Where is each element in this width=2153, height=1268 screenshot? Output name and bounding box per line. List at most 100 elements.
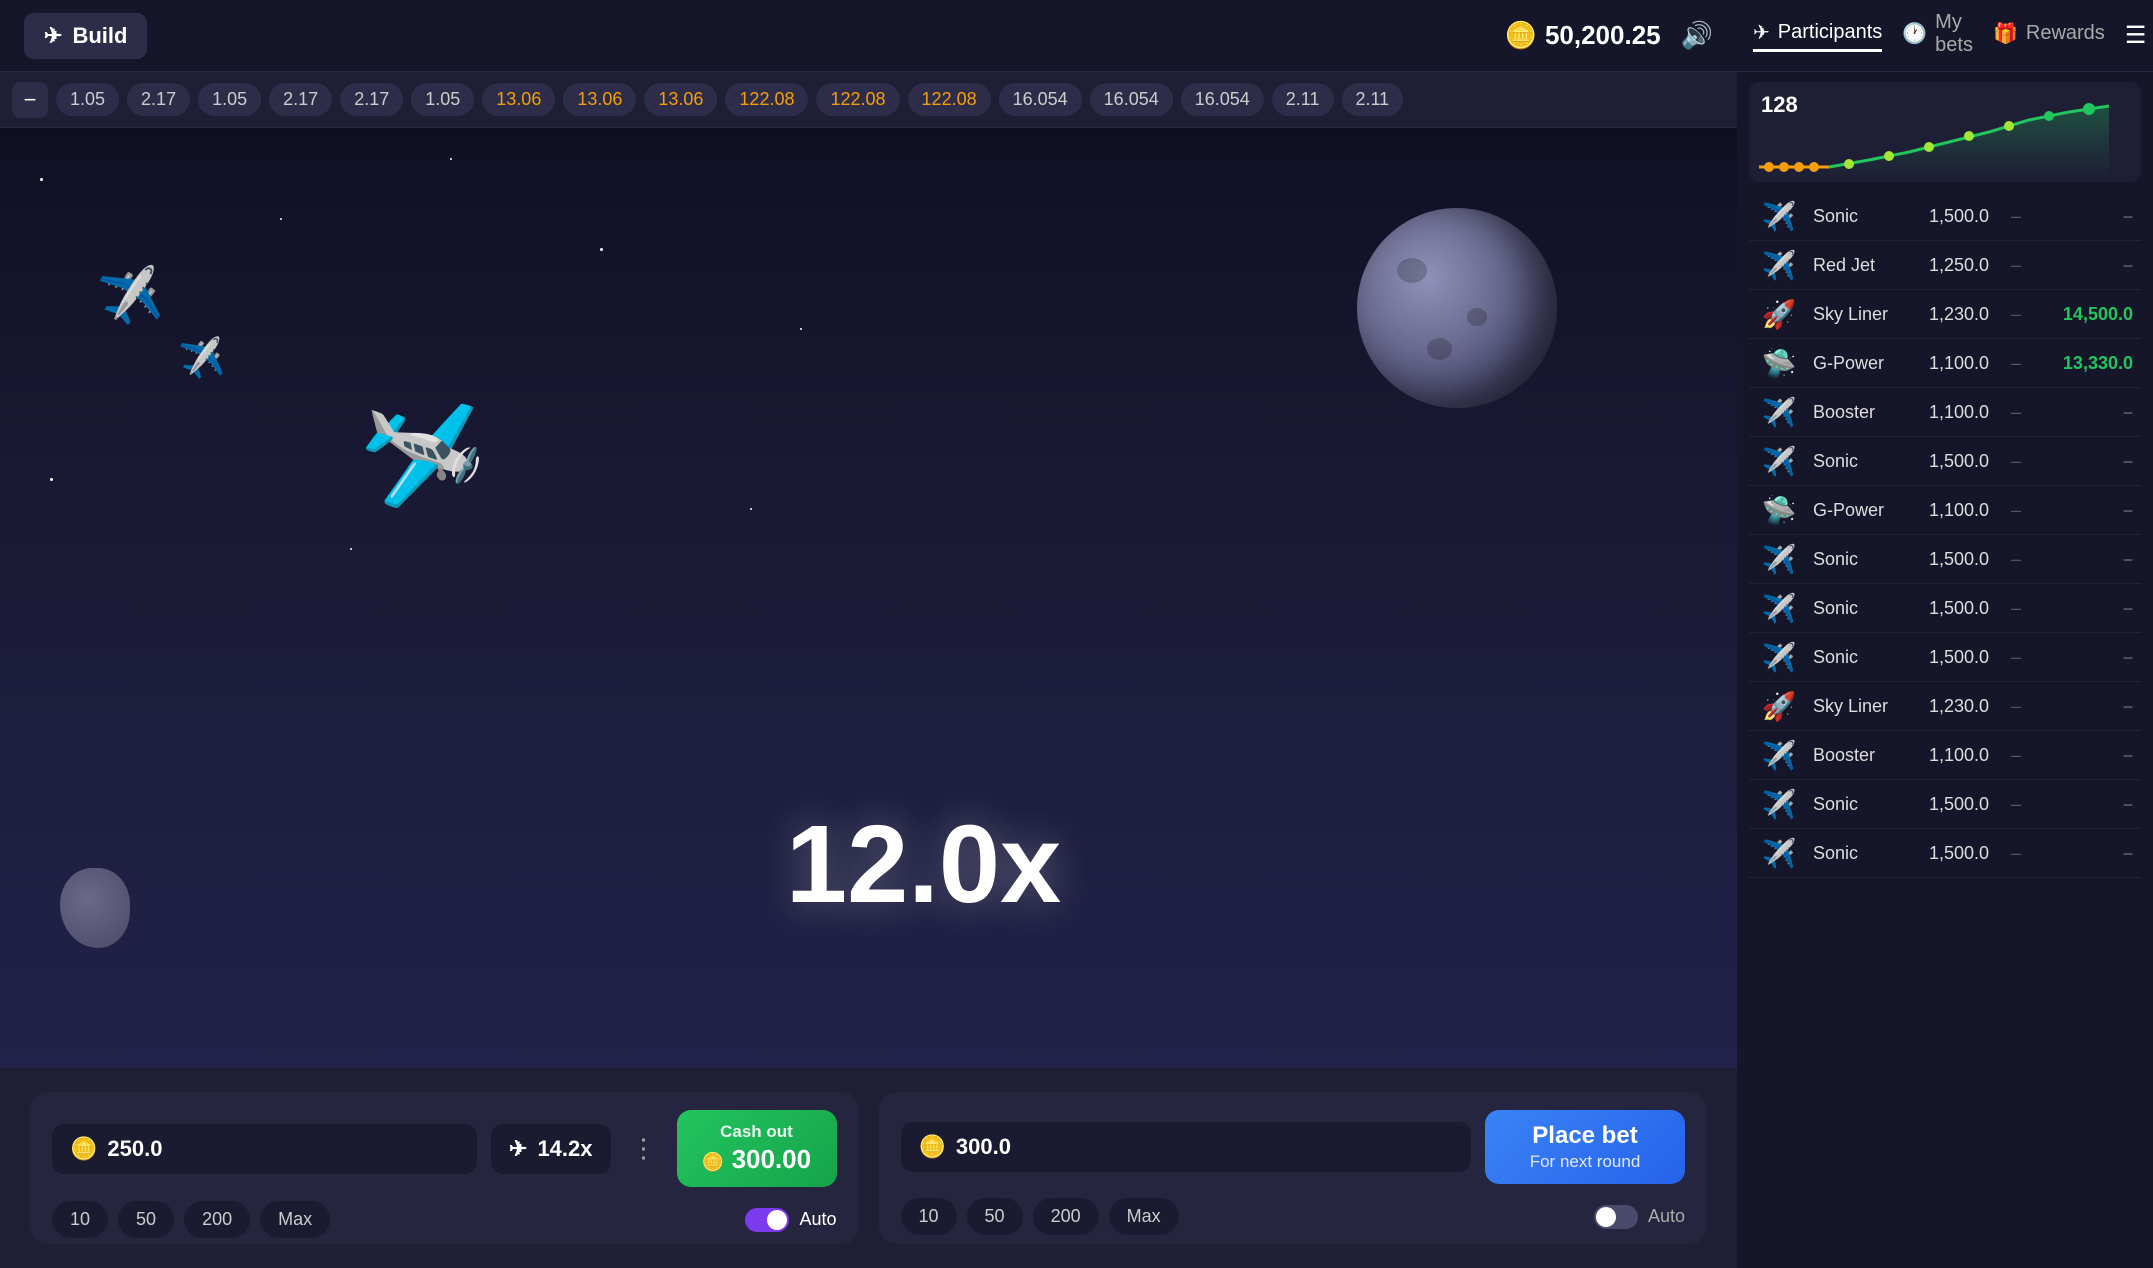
avatar-5: ✈️ xyxy=(1757,447,1801,475)
auto-toggle-2: Auto xyxy=(1594,1205,1685,1229)
avatar-2: 🚀 xyxy=(1757,300,1801,328)
p-dash-2: – xyxy=(2001,304,2031,325)
participant-row: ✈️ Sonic 1,500.0 – – xyxy=(1749,584,2141,633)
chart-svg xyxy=(1749,102,2139,182)
mult-badge-15: 2.11 xyxy=(1272,83,1334,116)
small-plane-2: ✈️ xyxy=(177,335,227,383)
bet-panel-1-top-row: 🪙 250.0 ✈ 14.2x ⋮ Cash out 🪙 300.00 xyxy=(52,1110,837,1187)
auto-switch-2[interactable] xyxy=(1594,1205,1638,1229)
p-bet-10: 1,230.0 xyxy=(1909,696,1989,717)
auto-toggle-1: Auto xyxy=(745,1208,836,1232)
quick-bet-200-2[interactable]: 200 xyxy=(1033,1198,1099,1235)
bet-2-amount-box: 🪙 300.0 xyxy=(901,1122,1472,1172)
multiplier-strip: − 1.05 2.17 1.05 2.17 2.17 1.05 13.06 13… xyxy=(0,72,1737,128)
p-dash-11: – xyxy=(2001,745,2031,766)
quick-bet-max-2[interactable]: Max xyxy=(1109,1198,1179,1235)
sound-icon[interactable]: 🔊 xyxy=(1681,20,1713,51)
place-bet-button[interactable]: Place bet For next round xyxy=(1485,1110,1685,1184)
participant-row: ✈️ Sonic 1,500.0 – – xyxy=(1749,192,2141,241)
p-win-6: – xyxy=(2043,500,2133,521)
p-win-7: – xyxy=(2043,549,2133,570)
right-panel: 128 xyxy=(1737,72,2153,1268)
star xyxy=(450,158,452,160)
bet-panel-2-bottom-row: 10 50 200 Max Auto xyxy=(901,1198,1686,1235)
header-right: 🪙 50,200.25 🔊 xyxy=(1505,20,1713,51)
participant-row: ✈️ Booster 1,100.0 – – xyxy=(1749,731,2141,780)
tab-participants[interactable]: ✈ Participants xyxy=(1753,20,1882,52)
toggle-knob-2 xyxy=(1596,1207,1616,1227)
mult-badge-10: 122.08 xyxy=(816,83,899,116)
star xyxy=(40,178,43,181)
auto-switch-1[interactable] xyxy=(745,1208,789,1232)
avatar-7: ✈️ xyxy=(1757,545,1801,573)
participant-row: 🚀 Sky Liner 1,230.0 – – xyxy=(1749,682,2141,731)
mult-badge-11: 122.08 xyxy=(908,83,991,116)
quick-bet-200-1[interactable]: 200 xyxy=(184,1201,250,1238)
p-dash-9: – xyxy=(2001,647,2031,668)
mult-badge-8: 13.06 xyxy=(644,83,717,116)
mult-badge-14: 16.054 xyxy=(1181,83,1264,116)
small-moon xyxy=(60,868,130,948)
controls-area: 🪙 250.0 ✈ 14.2x ⋮ Cash out 🪙 300.00 xyxy=(0,1068,1737,1268)
build-button[interactable]: ✈ Build xyxy=(24,13,147,59)
participants-icon: ✈ xyxy=(1753,20,1770,45)
strip-minus-button[interactable]: − xyxy=(12,82,48,118)
plane-icon: ✈ xyxy=(44,23,62,49)
crater xyxy=(1427,338,1452,360)
quick-bet-50-1[interactable]: 50 xyxy=(118,1201,174,1238)
tab-my-bets[interactable]: 🕐 My bets xyxy=(1902,11,1973,61)
mult-badge-4: 2.17 xyxy=(340,83,403,116)
cashout-button[interactable]: Cash out 🪙 300.00 xyxy=(677,1110,837,1187)
p-bet-12: 1,500.0 xyxy=(1909,794,1989,815)
quick-bet-50-2[interactable]: 50 xyxy=(967,1198,1023,1235)
avatar-6: 🛸 xyxy=(1757,496,1801,524)
bet-1-amount: 250.0 xyxy=(107,1136,162,1162)
p-name-6: G-Power xyxy=(1813,500,1897,521)
p-win-11: – xyxy=(2043,745,2133,766)
p-name-4: Booster xyxy=(1813,402,1897,423)
p-name-12: Sonic xyxy=(1813,794,1897,815)
p-bet-13: 1,500.0 xyxy=(1909,843,1989,864)
my-bets-label: My bets xyxy=(1935,11,1973,57)
bet-1-multiplier-box: ✈ 14.2x xyxy=(491,1124,611,1174)
place-bet-label: Place bet xyxy=(1532,1122,1637,1150)
p-bet-8: 1,500.0 xyxy=(1909,598,1989,619)
avatar-10: 🚀 xyxy=(1757,692,1801,720)
coin-icon: 🪙 xyxy=(1505,20,1537,51)
p-dash-8: – xyxy=(2001,598,2031,619)
p-win-5: – xyxy=(2043,451,2133,472)
p-dash-5: – xyxy=(2001,451,2031,472)
game-area: − 1.05 2.17 1.05 2.17 2.17 1.05 13.06 13… xyxy=(0,72,1737,1268)
quick-bet-max-1[interactable]: Max xyxy=(260,1201,330,1238)
quick-bet-10-2[interactable]: 10 xyxy=(901,1198,957,1235)
star xyxy=(750,508,752,510)
star xyxy=(280,218,282,220)
small-plane-1: ✈️ xyxy=(95,263,167,332)
participants-list: ✈️ Sonic 1,500.0 – – ✈️ Red Jet 1,250.0 … xyxy=(1737,192,2153,1268)
p-dash-6: – xyxy=(2001,500,2031,521)
p-bet-11: 1,100.0 xyxy=(1909,745,1989,766)
participant-row: ✈️ Red Jet 1,250.0 – – xyxy=(1749,241,2141,290)
mult-badge-16: 2.11 xyxy=(1342,83,1404,116)
avatar-1: ✈️ xyxy=(1757,251,1801,279)
participant-row: 🛸 G-Power 1,100.0 – 13,330.0 xyxy=(1749,339,2141,388)
avatar-13: ✈️ xyxy=(1757,839,1801,867)
p-dash-12: – xyxy=(2001,794,2031,815)
rewards-label: Rewards xyxy=(2026,22,2105,45)
dots-button-1[interactable]: ⋮ xyxy=(625,1133,663,1164)
tab-rewards[interactable]: 🎁 Rewards xyxy=(1993,21,2105,50)
p-name-7: Sonic xyxy=(1813,549,1897,570)
p-name-11: Booster xyxy=(1813,745,1897,766)
avatar-4: ✈️ xyxy=(1757,398,1801,426)
quick-bet-10-1[interactable]: 10 xyxy=(52,1201,108,1238)
bet-panel-2: 🪙 300.0 Place bet For next round 10 50 2… xyxy=(879,1092,1708,1244)
bet-2-amount: 300.0 xyxy=(956,1134,1011,1160)
avatar-3: 🛸 xyxy=(1757,349,1801,377)
p-name-2: Sky Liner xyxy=(1813,304,1897,325)
p-bet-5: 1,500.0 xyxy=(1909,451,1989,472)
star xyxy=(600,248,603,251)
avatar-12: ✈️ xyxy=(1757,790,1801,818)
p-name-9: Sonic xyxy=(1813,647,1897,668)
coin-icon-2: 🪙 xyxy=(919,1134,946,1160)
menu-icon[interactable]: ☰ xyxy=(2125,21,2147,50)
